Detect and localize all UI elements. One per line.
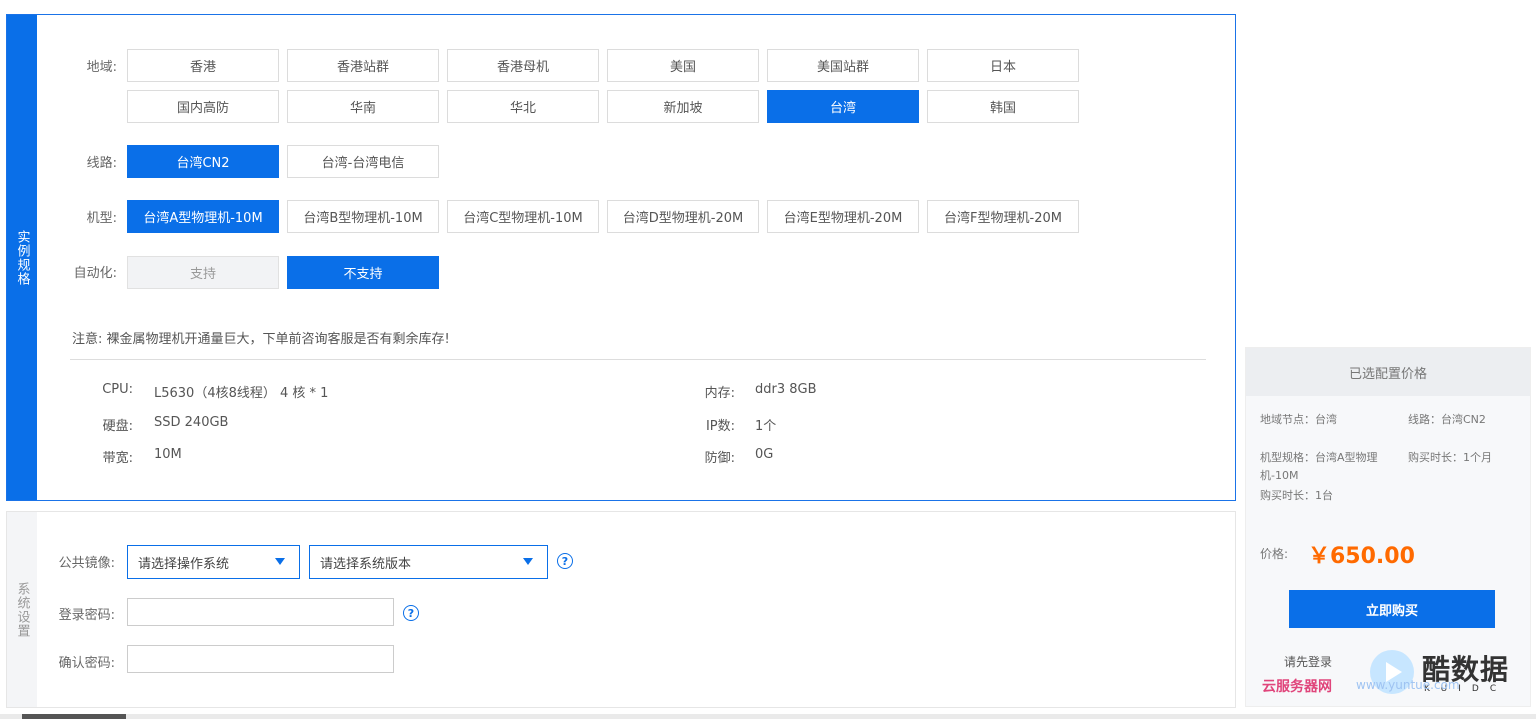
system-settings-tab-label: 系统设置 — [14, 581, 30, 638]
automation-option-supported[interactable]: 支持 — [127, 256, 279, 289]
buy-now-button[interactable]: 立即购买 — [1289, 590, 1495, 628]
system-settings-panel: 系统设置 公共镜像: 请选择操作系统 请选择系统版本 ? 登录密码: ? 确认密… — [6, 511, 1236, 708]
region-option-hongkong-cluster[interactable]: 香港站群 — [287, 49, 439, 82]
os-select[interactable]: 请选择操作系统 — [127, 545, 300, 579]
summary-region: 地域节点：台湾 — [1260, 413, 1337, 426]
model-option-d[interactable]: 台湾D型物理机-20M — [607, 200, 759, 233]
image-label: 公共镜像: — [58, 556, 115, 571]
stock-notice: 注意: 裸金属物理机开通量巨大，下单前咨询客服是否有剩余库存! — [72, 332, 450, 347]
model-option-c[interactable]: 台湾C型物理机-10M — [447, 200, 599, 233]
watermark-url: www.yuntue.com — [1356, 678, 1460, 692]
password-input[interactable] — [127, 598, 394, 626]
automation-label: 自动化: — [73, 266, 117, 281]
bw-label: 带宽: — [102, 451, 133, 466]
cpu-label: CPU: — [102, 382, 133, 397]
model-option-e[interactable]: 台湾E型物理机-20M — [767, 200, 919, 233]
summary-line: 线路：台湾CN2 — [1408, 413, 1486, 426]
os-select-value: 请选择操作系统 — [138, 556, 230, 572]
region-option-korea[interactable]: 韩国 — [927, 90, 1079, 123]
version-select[interactable]: 请选择系统版本 — [309, 545, 548, 579]
model-option-b[interactable]: 台湾B型物理机-10M — [287, 200, 439, 233]
summary-duration: 购买时长：1个月 — [1408, 451, 1492, 464]
price-label: 价格: — [1260, 547, 1289, 561]
mem-value: ddr3 8GB — [755, 382, 817, 397]
confirm-password-input[interactable] — [127, 645, 394, 673]
def-label: 防御: — [704, 451, 735, 466]
login-link[interactable]: 请先登录 — [1284, 653, 1332, 670]
instance-spec-tab-label: 实例规格 — [14, 229, 30, 286]
spec-divider — [70, 359, 1206, 360]
ip-label: IP数: — [705, 419, 735, 434]
version-select-value: 请选择系统版本 — [320, 556, 412, 572]
summary-model: 机型规格：台湾A型物理机-10M — [1260, 451, 1378, 482]
ip-value: 1个 — [755, 419, 777, 434]
model-option-f[interactable]: 台湾F型物理机-20M — [927, 200, 1079, 233]
def-value: 0G — [755, 447, 774, 462]
region-option-hongkong[interactable]: 香港 — [127, 49, 279, 82]
disk-label: 硬盘: — [102, 419, 133, 434]
watermark-pink-text: 云服务器网 — [1262, 679, 1332, 695]
region-option-china-ddos[interactable]: 国内高防 — [127, 90, 279, 123]
password-label: 登录密码: — [58, 608, 115, 623]
region-option-singapore[interactable]: 新加坡 — [607, 90, 759, 123]
price-value: ￥650.00 — [1308, 544, 1415, 569]
summary-quantity: 购买时长：1台 — [1260, 489, 1333, 502]
region-label: 地域: — [86, 60, 117, 75]
instance-spec-panel: 实例规格 地域: 香港 香港站群 香港母机 美国 美国站群 日本 国内高防 华南… — [6, 14, 1236, 501]
version-select-chevron-down-icon — [523, 558, 533, 565]
line-label: 线路: — [86, 156, 117, 171]
region-option-taiwan[interactable]: 台湾 — [767, 90, 919, 123]
model-option-a[interactable]: 台湾A型物理机-10M — [127, 200, 279, 233]
price-panel-title: 已选配置价格 — [1246, 348, 1530, 396]
confirm-password-label: 确认密码: — [58, 656, 115, 671]
mem-label: 内存: — [704, 386, 735, 401]
disk-value: SSD 240GB — [154, 415, 229, 430]
region-option-north-china[interactable]: 华北 — [447, 90, 599, 123]
os-select-chevron-down-icon — [275, 558, 285, 565]
instance-spec-tab: 实例规格 — [7, 15, 37, 500]
system-settings-tab: 系统设置 — [7, 512, 37, 707]
bottom-scroll-thumb[interactable] — [22, 714, 126, 719]
line-option-cn2[interactable]: 台湾CN2 — [127, 145, 279, 178]
image-help-icon[interactable]: ? — [557, 553, 573, 569]
automation-option-unsupported[interactable]: 不支持 — [287, 256, 439, 289]
bw-value: 10M — [154, 447, 182, 462]
bottom-scroll-track — [0, 714, 1536, 719]
password-help-icon[interactable]: ? — [403, 605, 419, 621]
region-option-hongkong-host[interactable]: 香港母机 — [447, 49, 599, 82]
region-option-usa[interactable]: 美国 — [607, 49, 759, 82]
region-option-usa-cluster[interactable]: 美国站群 — [767, 49, 919, 82]
model-label: 机型: — [86, 211, 117, 226]
line-option-telecom[interactable]: 台湾-台湾电信 — [287, 145, 439, 178]
region-option-japan[interactable]: 日本 — [927, 49, 1079, 82]
region-option-south-china[interactable]: 华南 — [287, 90, 439, 123]
cpu-value: L5630（4核8线程） 4 核 * 1 — [154, 386, 329, 401]
